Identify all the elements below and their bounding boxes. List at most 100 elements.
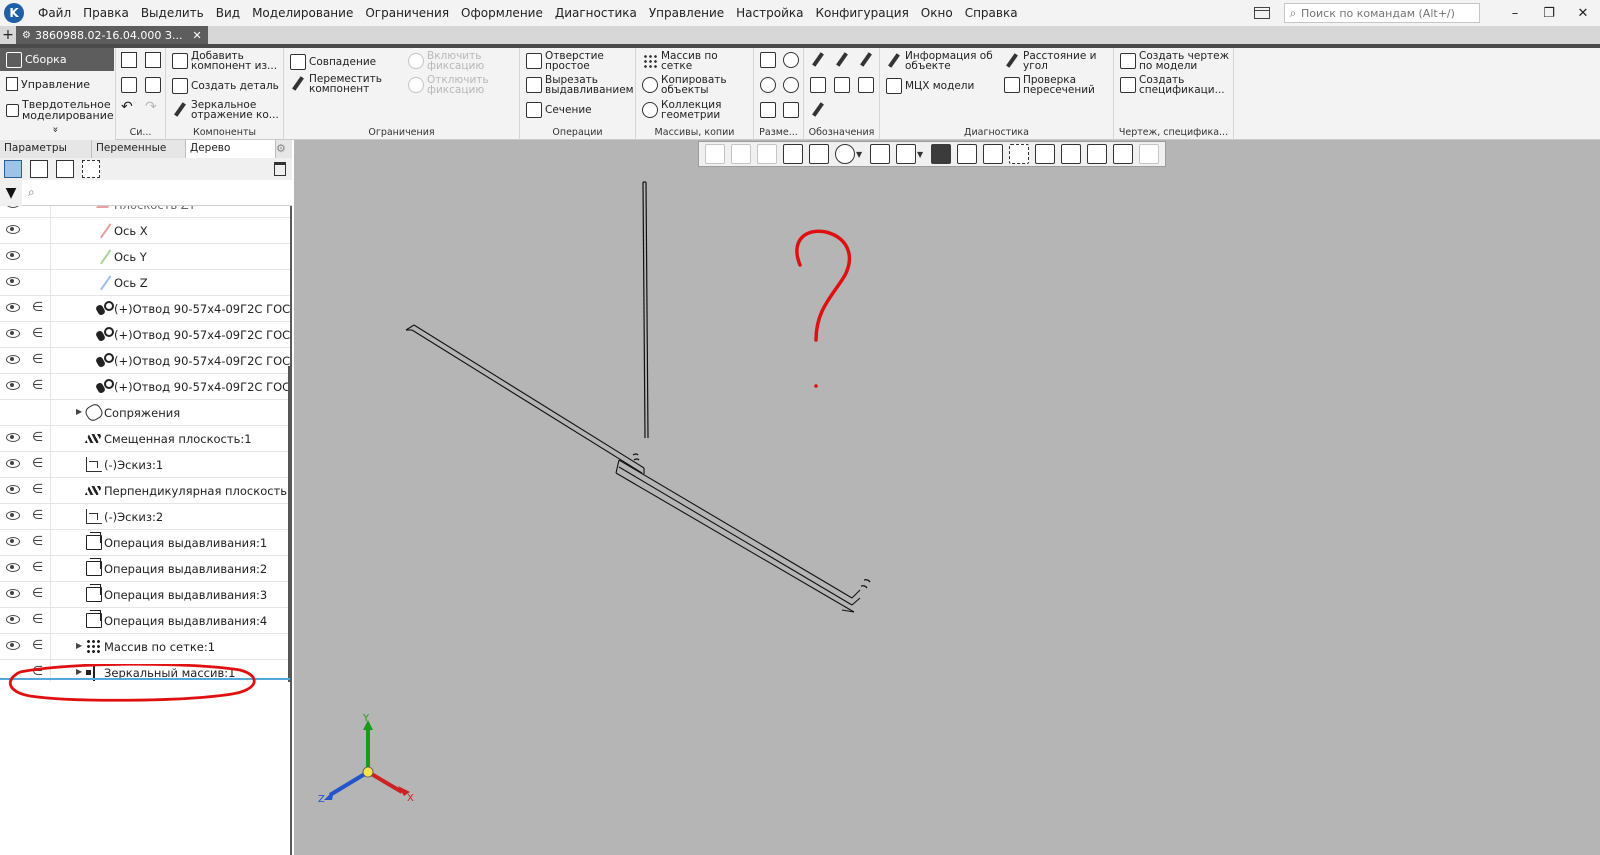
tree-row[interactable]: ∈ (-)Эскиз:1 (0, 452, 290, 478)
tree-row[interactable]: ∈ ▶ Массив по сетке:1 (0, 634, 290, 660)
coincidence-button[interactable]: Совпадение (290, 54, 376, 70)
menu-constraints[interactable]: Ограничения (359, 6, 455, 20)
visibility-eye-icon[interactable] (6, 206, 20, 208)
geometry-collection-button[interactable]: Коллекция геометрии (642, 100, 721, 120)
command-search-input[interactable] (1301, 6, 1471, 20)
tree-row[interactable]: Плоскость ZY (0, 206, 290, 218)
menu-formatting[interactable]: Оформление (455, 6, 549, 20)
menu-window[interactable]: Окно (915, 6, 959, 20)
designation-1-button[interactable] (810, 52, 829, 68)
menu-diagnostics[interactable]: Диагностика (549, 6, 643, 20)
create-specification-button[interactable]: Создать спецификаци... (1120, 75, 1225, 95)
menu-view[interactable]: Вид (210, 6, 246, 20)
angular-dimension-button[interactable] (783, 52, 802, 68)
include-in-calc-icon[interactable]: ∈ (32, 638, 43, 653)
elbow-fragment[interactable] (860, 579, 871, 589)
mode-management[interactable]: Управление (0, 74, 114, 94)
kompas-logo-icon[interactable]: K (4, 3, 24, 23)
print-button[interactable] (121, 77, 140, 93)
tree-row[interactable]: ∈ (-)Эскиз:2 (0, 504, 290, 530)
3d-viewport[interactable]: ▼ ▼ Y X Z (294, 140, 1600, 855)
tree-row[interactable]: ∈ Перпендикулярная плоскость:1 (0, 478, 290, 504)
copy-objects-button[interactable]: Копировать объекты (642, 75, 727, 95)
linear-dimension-button[interactable] (760, 52, 779, 68)
trash-icon[interactable] (274, 162, 286, 176)
close-tab-icon[interactable]: ✕ (192, 29, 201, 42)
tree-row[interactable]: Ось X (0, 218, 290, 244)
add-component-button[interactable]: Добавить компонент из... (172, 51, 277, 71)
visibility-eye-icon[interactable] (6, 277, 20, 286)
close-button[interactable]: ✕ (1566, 0, 1600, 26)
save-as-button[interactable] (145, 52, 164, 68)
include-in-calc-icon[interactable]: ∈ (32, 612, 43, 627)
tree-row[interactable]: ∈ Операция выдавливания:3 (0, 582, 290, 608)
menu-settings[interactable]: Настройка (730, 6, 809, 20)
preview-button[interactable] (145, 77, 164, 93)
create-drawing-button[interactable]: Создать чертеж по модели (1120, 51, 1229, 71)
include-in-calc-icon[interactable]: ∈ (32, 300, 43, 315)
diameter-dimension-button[interactable] (760, 77, 779, 93)
include-in-calc-icon[interactable]: ∈ (32, 508, 43, 523)
disable-fixation-button[interactable]: Отключить фиксацию (408, 75, 489, 95)
upper-pipe[interactable] (405, 324, 645, 474)
visibility-eye-icon[interactable] (6, 381, 20, 390)
visibility-eye-icon[interactable] (6, 459, 20, 468)
tree-row[interactable]: Ось Z (0, 270, 290, 296)
mode-solid-modeling[interactable]: Твердотельное моделирование (0, 98, 114, 122)
tree-row[interactable]: Ось Y (0, 244, 290, 270)
tree-row[interactable]: ∈ Операция выдавливания:1 (0, 530, 290, 556)
include-in-calc-icon[interactable]: ∈ (32, 586, 43, 601)
section-button[interactable]: Сечение (526, 102, 592, 118)
move-component-button[interactable]: Переместить компонент (290, 74, 382, 95)
dimension-style-button[interactable] (783, 102, 802, 118)
grid-array-button[interactable]: Массив по сетке (642, 51, 718, 71)
menu-select[interactable]: Выделить (135, 6, 210, 20)
simple-hole-button[interactable]: Отверстие простое (526, 51, 604, 71)
more-modes-icon[interactable]: » (50, 126, 61, 132)
visibility-eye-icon[interactable] (6, 433, 20, 442)
visibility-eye-icon[interactable] (6, 511, 20, 520)
menu-help[interactable]: Справка (959, 6, 1024, 20)
mode-assembly[interactable]: Сборка (0, 48, 114, 71)
restore-button[interactable]: ❐ (1532, 0, 1566, 26)
designation-7-button[interactable] (810, 102, 829, 118)
check-intersections-button[interactable]: Проверка пересечений (1004, 75, 1095, 95)
include-in-calc-icon[interactable]: ∈ (32, 456, 43, 471)
create-part-button[interactable]: Создать деталь (172, 78, 279, 94)
designation-5-button[interactable] (834, 77, 853, 93)
tab-tree[interactable]: Дерево (186, 140, 276, 158)
enable-fixation-button[interactable]: Включить фиксацию (408, 51, 484, 71)
tree-history-icon[interactable] (30, 160, 48, 178)
visibility-eye-icon[interactable] (6, 355, 20, 364)
expand-arrow-icon[interactable]: ▶ (76, 407, 82, 416)
visibility-eye-icon[interactable] (6, 303, 20, 312)
mirror-component-button[interactable]: Зеркальное отражение ко... (172, 100, 279, 121)
document-tab[interactable]: ⚙ 3860988.02-16.04.000 З... ✕ (16, 26, 208, 44)
command-search[interactable]: ⌕ (1284, 3, 1480, 23)
cut-extrude-button[interactable]: Вырезать выдавливанием (526, 75, 634, 95)
save-button[interactable] (121, 52, 140, 68)
lower-pipe[interactable] (615, 459, 861, 613)
tree-row[interactable]: ∈ (+)Отвод 90-57х4-09Г2С ГОСТ 1737 (0, 322, 290, 348)
include-in-calc-icon[interactable]: ∈ (32, 352, 43, 367)
visibility-eye-icon[interactable] (6, 563, 20, 572)
expand-arrow-icon[interactable]: ▶ (76, 641, 82, 650)
menu-modeling[interactable]: Моделирование (246, 6, 359, 20)
filter-icon[interactable]: ▼ (0, 179, 22, 206)
visibility-eye-icon[interactable] (6, 615, 20, 624)
designation-4-button[interactable] (810, 77, 829, 93)
tab-variables[interactable]: Переменные (92, 140, 186, 158)
redo-button[interactable]: ↷ (145, 100, 157, 114)
tab-parameters[interactable]: Параметры (0, 140, 92, 158)
tree-row[interactable]: ▶ Сопряжения (0, 400, 290, 426)
undo-button[interactable]: ↶ (121, 100, 133, 114)
tree-row[interactable]: ∈ (+)Отвод 90-57х4-09Г2С ГОСТ 1737 (0, 348, 290, 374)
designation-3-button[interactable] (858, 52, 877, 68)
new-document-button[interactable]: + (0, 26, 16, 44)
tree-scrollbar[interactable] (288, 366, 290, 682)
radius-dimension-button[interactable] (783, 77, 802, 93)
tree-selection-icon[interactable] (82, 160, 100, 178)
include-in-calc-icon[interactable]: ∈ (32, 534, 43, 549)
include-in-calc-icon[interactable]: ∈ (32, 378, 43, 393)
tree-row[interactable]: ∈ Операция выдавливания:2 (0, 556, 290, 582)
